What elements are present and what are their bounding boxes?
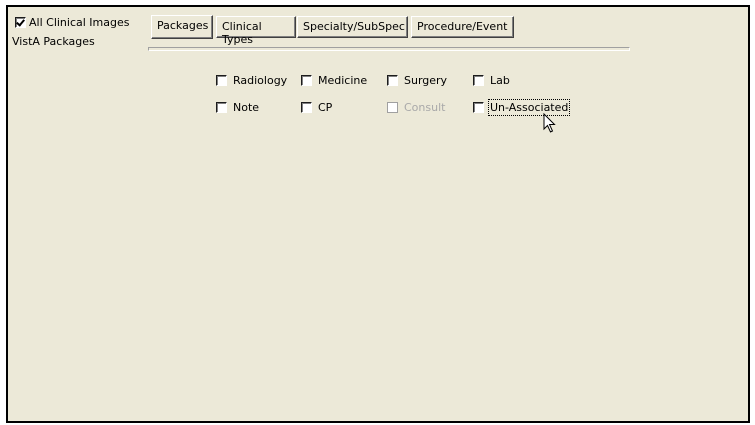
package-un-associated-checkbox[interactable] bbox=[473, 102, 484, 113]
tab-procedure-event[interactable]: Procedure/Event bbox=[411, 16, 514, 38]
package-lab-label: Lab bbox=[490, 74, 510, 87]
package-consult-checkbox bbox=[387, 102, 398, 113]
tab-packages[interactable]: Packages bbox=[151, 15, 213, 39]
tab-specialty-subspec[interactable]: Specialty/SubSpec bbox=[297, 16, 408, 38]
all-clinical-images-checkbox[interactable] bbox=[15, 17, 26, 28]
arrow-pointer-icon bbox=[543, 113, 556, 133]
package-note-checkbox[interactable] bbox=[216, 102, 227, 113]
vista-packages-label: VistA Packages bbox=[12, 35, 95, 48]
package-radiology-label: Radiology bbox=[233, 74, 288, 87]
package-cp-checkbox[interactable] bbox=[301, 102, 312, 113]
tab-clinical-types[interactable]: Clinical Types bbox=[216, 16, 296, 46]
tab-divider bbox=[148, 47, 630, 51]
package-surgery-checkbox[interactable] bbox=[387, 75, 398, 86]
package-medicine-checkbox[interactable] bbox=[301, 75, 312, 86]
package-consult-label: Consult bbox=[404, 101, 446, 114]
package-surgery-label: Surgery bbox=[404, 74, 448, 87]
package-lab-checkbox[interactable] bbox=[473, 75, 484, 86]
package-radiology-checkbox[interactable] bbox=[216, 75, 227, 86]
filter-panel: All Clinical Images VistA Packages Packa… bbox=[6, 5, 750, 423]
package-medicine-label: Medicine bbox=[318, 74, 368, 87]
package-cp-label: CP bbox=[318, 101, 333, 114]
all-clinical-images-label: All Clinical Images bbox=[29, 16, 130, 29]
package-note-label: Note bbox=[233, 101, 260, 114]
